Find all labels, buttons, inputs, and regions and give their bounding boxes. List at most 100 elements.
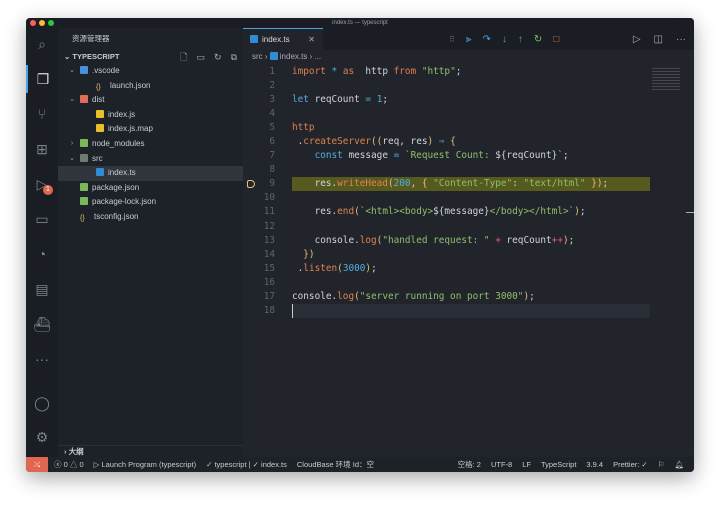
- code-line: 18: [243, 303, 694, 318]
- scrollbar-marker[interactable]: [686, 212, 694, 213]
- debug-icon[interactable]: ▷ 1: [26, 170, 58, 198]
- notifications-bell-icon[interactable]: 🔔︎: [674, 457, 684, 472]
- feedback-icon[interactable]: ⚐: [658, 457, 665, 472]
- code-token: `Request Count:: [399, 150, 496, 162]
- run-icon[interactable]: ▷: [633, 34, 641, 45]
- docker-icon[interactable]: ⛴: [26, 310, 58, 338]
- code-line: 14 }): [243, 248, 694, 262]
- tree-item[interactable]: index.js.map: [58, 122, 243, 137]
- tree-item[interactable]: {} tsconfig.json: [58, 210, 243, 225]
- code-line: 4: [243, 107, 694, 121]
- cloudbase-env[interactable]: CloudBase 环境 Id：空: [297, 457, 374, 472]
- new-file-icon[interactable]: 🗋: [180, 50, 187, 64]
- continue-icon[interactable]: ⫸: [466, 34, 472, 45]
- step-into-icon[interactable]: ↓: [502, 34, 507, 45]
- files-icon[interactable]: ❐: [26, 65, 58, 93]
- debug-toolbar: ⠿ ⫸ ↷ ↓ ↑ ↻ □: [441, 28, 581, 50]
- code-token: 1: [371, 94, 383, 106]
- split-editor-icon[interactable]: ◫: [654, 34, 663, 45]
- close-tab-icon[interactable]: ✕: [308, 29, 315, 50]
- line-text: console.log("handled request: " + reqCou…: [292, 234, 575, 248]
- line-text: .createServer((req, res) ⇒ {: [292, 135, 456, 149]
- tree-item-label: .vscode: [92, 66, 120, 75]
- zoom-window-button[interactable]: [48, 20, 54, 26]
- tree-item[interactable]: index.ts: [58, 166, 243, 181]
- code-token: ;: [529, 290, 535, 302]
- code-token: req, res: [382, 136, 428, 148]
- code-token: ;: [579, 206, 586, 218]
- tree-item-label: tsconfig.json: [94, 211, 139, 221]
- code-editor[interactable]: 1 import * as http from "http"; 2 3 let reqC…: [243, 65, 694, 318]
- explorer-sidebar: 资源管理器 ⌄ TYPESCRIPT 🗋 ▭ ↻ ⧉ ⌄ .vscode {} launch…: [58, 28, 243, 457]
- breadcrumb-symbol[interactable]: ...: [314, 52, 321, 61]
- code-line: 6 .createServer((req, res) ⇒ {: [243, 135, 694, 149]
- tree-item[interactable]: › node_modules: [58, 137, 243, 152]
- tree-item-label: index.js.map: [108, 124, 153, 134]
- json-icon: {}: [96, 83, 101, 91]
- tree-item[interactable]: index.js: [58, 108, 243, 123]
- extensions-icon[interactable]: ⊞: [26, 135, 58, 163]
- code-token: "text/html": [523, 178, 592, 190]
- minimize-window-button[interactable]: [39, 20, 45, 26]
- tsconfig-status[interactable]: ✓ typescript | ✓ index.ts: [206, 457, 287, 472]
- encoding-status[interactable]: UTF-8: [491, 457, 512, 472]
- breadcrumb-src[interactable]: src: [252, 52, 263, 61]
- folder-icon: [80, 138, 88, 147]
- tree-item[interactable]: package-lock.json: [58, 195, 243, 210]
- tree-item[interactable]: {} launch.json: [58, 79, 243, 94]
- refresh-icon[interactable]: ↻: [214, 50, 222, 64]
- more-icon[interactable]: ···: [26, 345, 58, 373]
- debug-launch-config[interactable]: ▷ Launch Program (typescript): [94, 457, 196, 472]
- search-icon[interactable]: ⌕: [26, 30, 58, 58]
- js-icon: [96, 109, 104, 118]
- account-icon[interactable]: ◯: [26, 389, 58, 417]
- tree-item-label: package-lock.json: [92, 197, 157, 207]
- step-out-icon[interactable]: ↑: [518, 34, 523, 45]
- drag-handle-icon[interactable]: ⠿: [449, 35, 455, 44]
- remote-explorer-icon[interactable]: ▭: [26, 205, 58, 233]
- new-folder-icon[interactable]: ▭: [197, 50, 206, 64]
- prettier-status[interactable]: Prettier: ✓: [613, 457, 648, 472]
- tab-index-ts[interactable]: index.ts ✕: [243, 28, 323, 50]
- tree-item[interactable]: ⌄ .vscode: [58, 64, 243, 79]
- restart-icon[interactable]: ↻: [534, 34, 542, 45]
- gitlens-icon[interactable]: ◔: [26, 240, 58, 268]
- indentation-status[interactable]: 空格: 2: [458, 457, 481, 472]
- line-number: 3: [269, 94, 275, 106]
- problems-indicator[interactable]: ⓧ 0 △ 0: [54, 457, 84, 472]
- language-mode[interactable]: TypeScript: [541, 457, 576, 472]
- tree-item[interactable]: ⌄ src: [58, 152, 243, 167]
- stop-icon[interactable]: □: [553, 34, 559, 45]
- code-token: *: [325, 66, 343, 77]
- collapse-all-icon[interactable]: ⧉: [231, 50, 237, 64]
- folder-icon[interactable]: ▤: [26, 275, 58, 303]
- code-token: ;: [568, 234, 575, 246]
- code-token: ;: [562, 150, 569, 162]
- settings-gear-icon[interactable]: ⚙: [26, 423, 58, 451]
- more-actions-icon[interactable]: ···: [676, 34, 686, 45]
- eol-status[interactable]: LF: [522, 457, 531, 472]
- breadcrumb-file[interactable]: index.ts: [280, 52, 308, 61]
- code-token: as: [342, 66, 355, 77]
- code-token: .: [292, 262, 304, 274]
- step-over-icon[interactable]: ↷: [483, 34, 491, 45]
- remote-indicator-button[interactable]: ⤯: [26, 457, 48, 472]
- line-number: 12: [263, 220, 275, 232]
- outline-section-header[interactable]: › 大纲: [58, 445, 243, 457]
- line-number: 15: [263, 262, 275, 274]
- tree-item-label: index.ts: [108, 168, 136, 178]
- minimap[interactable]: [652, 68, 680, 90]
- close-window-button[interactable]: [30, 20, 36, 26]
- line-number: 18: [263, 304, 275, 316]
- workspace-section-header[interactable]: ⌄ TYPESCRIPT 🗋 ▭ ↻ ⧉: [58, 50, 243, 64]
- line-number: 14: [263, 248, 275, 260]
- ts-icon: [96, 168, 104, 177]
- code-token: message: [342, 150, 394, 162]
- file-tree: ⌄ .vscode {} launch.json ⌄ dist index.js index.…: [58, 64, 243, 225]
- typescript-version[interactable]: 3.9.4: [586, 457, 603, 472]
- cursor-line-highlight: [292, 303, 650, 318]
- tree-item[interactable]: ⌄ dist: [58, 93, 243, 108]
- tree-item[interactable]: package.json: [58, 181, 243, 196]
- source-control-icon[interactable]: ⑂: [26, 100, 58, 128]
- status-bar: ⤯ ⓧ 0 △ 0 ▷ Launch Program (typescript) …: [26, 457, 694, 472]
